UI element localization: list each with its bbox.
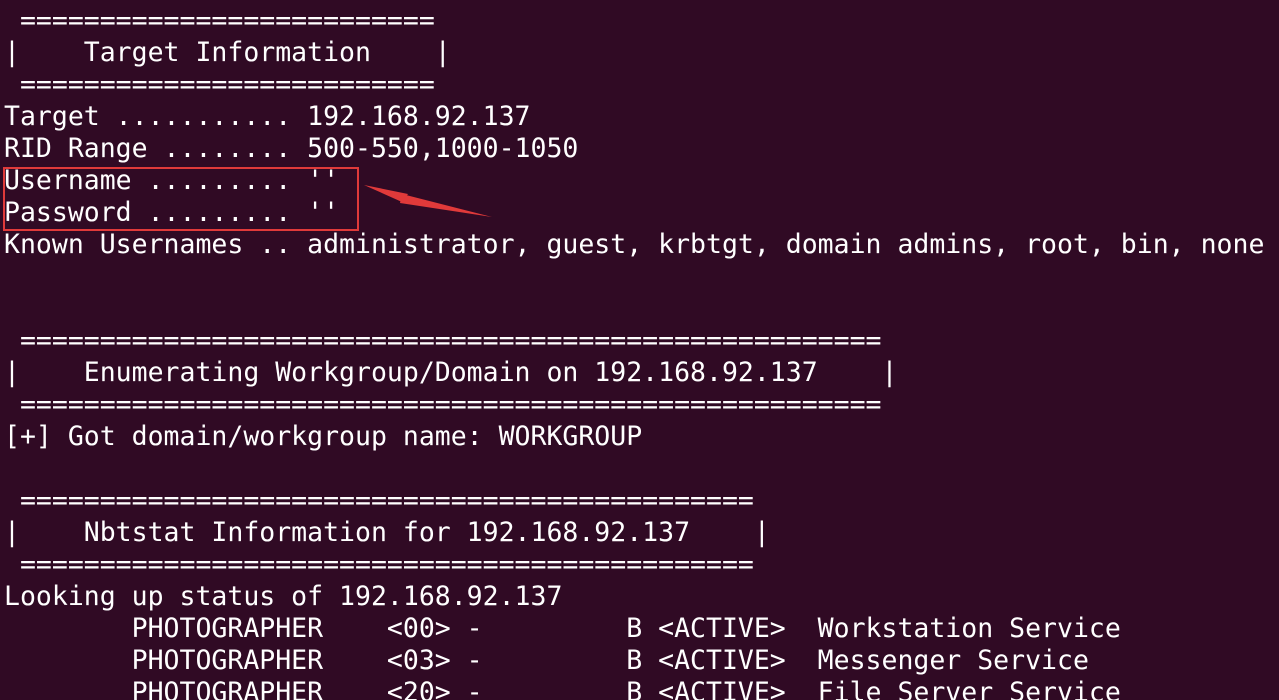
- credentials-highlight-box: [3, 167, 359, 231]
- workgroup-border-bottom: ========================================…: [4, 389, 882, 420]
- target-info-border-bottom: ==========================: [4, 69, 435, 100]
- known-usernames-line: Known Usernames .. administrator, guest,…: [4, 229, 1265, 260]
- nbtstat-row: PHOTOGRAPHER <00> - B <ACTIVE> Workstati…: [4, 613, 1121, 644]
- rid-range-line: RID Range ........ 500-550,1000-1050: [4, 133, 579, 164]
- nbtstat-row: PHOTOGRAPHER <03> - B <ACTIVE> Messenger…: [4, 645, 1089, 676]
- workgroup-border-top: ========================================…: [4, 325, 882, 356]
- terminal-output: ========================== | Target Info…: [4, 5, 1264, 700]
- nbtstat-border-bottom: ========================================…: [4, 549, 754, 580]
- workgroup-result-line: [+] Got domain/workgroup name: WORKGROUP: [4, 421, 643, 452]
- workgroup-header: | Enumerating Workgroup/Domain on 192.16…: [4, 357, 898, 388]
- terminal-window[interactable]: ========================== | Target Info…: [0, 0, 1279, 700]
- target-line: Target ........... 192.168.92.137: [4, 101, 531, 132]
- lookup-status-line: Looking up status of 192.168.92.137: [4, 581, 563, 612]
- nbtstat-border-top: ========================================…: [4, 485, 754, 516]
- nbtstat-header: | Nbtstat Information for 192.168.92.137…: [4, 517, 770, 548]
- annotation-arrow-icon: [364, 185, 492, 217]
- target-info-header: | Target Information |: [4, 37, 451, 68]
- target-info-border-top: ==========================: [4, 5, 435, 36]
- nbtstat-row: PHOTOGRAPHER <20> - B <ACTIVE> File Serv…: [4, 677, 1121, 700]
